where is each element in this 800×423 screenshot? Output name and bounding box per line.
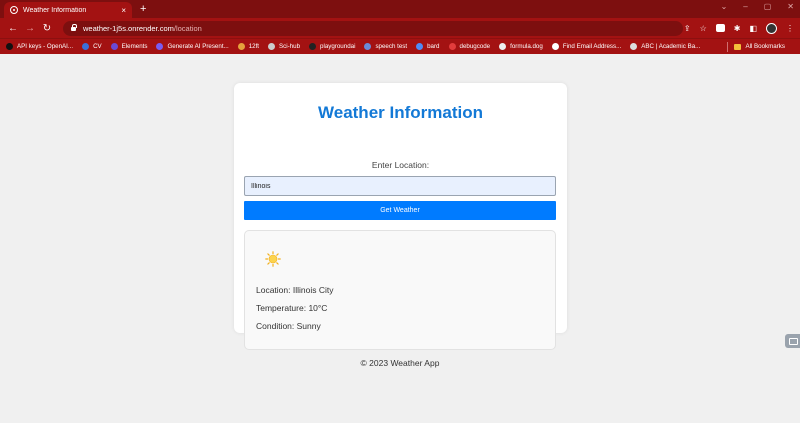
- bookmark-label: API keys - OpenAI...: [17, 43, 74, 50]
- globe-icon: [10, 6, 18, 14]
- chat-widget-icon[interactable]: [785, 334, 800, 348]
- tab-strip: Weather Information × + ⌄ – ▢ ✕: [0, 0, 800, 18]
- bookmark-favicon-icon: [499, 43, 507, 50]
- tab-title: Weather Information: [23, 6, 87, 14]
- bookmarks-bar: API keys - OpenAI... CV Elements Generate A…: [0, 38, 800, 54]
- reload-icon[interactable]: ↻: [40, 23, 54, 34]
- window-controls: ⌄ – ▢ ✕: [721, 2, 794, 11]
- close-tab-icon[interactable]: ×: [121, 6, 126, 15]
- weather-result: Location: Illinois City Temperature: 10°…: [244, 230, 556, 350]
- bookmark-item[interactable]: playgroundai: [309, 43, 355, 50]
- result-location: Location: Illinois City: [256, 285, 334, 295]
- bookmark-favicon-icon: [309, 43, 317, 50]
- toolbar-icons: ⇪ ☆ ✱ ◧ ⋮: [684, 22, 794, 34]
- bookmark-item[interactable]: ABC | Academic Ba...: [630, 43, 700, 50]
- bookmark-favicon-icon: [82, 43, 90, 50]
- forward-arrow-icon[interactable]: →: [23, 23, 37, 34]
- get-weather-button[interactable]: Get Weather: [244, 201, 556, 220]
- address-toolbar: ← → ↻ weather-1j5s.onrender.com/location…: [0, 18, 800, 38]
- bookmark-item[interactable]: 12ft: [237, 43, 260, 50]
- bookmark-item[interactable]: formula.dog: [499, 43, 543, 50]
- bookmark-label: debugcode: [459, 43, 491, 50]
- url-path: /location: [173, 23, 202, 33]
- bookmark-label: Elements: [121, 43, 148, 50]
- bookmark-item[interactable]: Find Email Address...: [551, 43, 622, 50]
- bookmark-favicon-icon: [237, 43, 245, 50]
- side-panel-icon[interactable]: ◧: [749, 24, 757, 33]
- maximize-icon[interactable]: ▢: [764, 2, 772, 11]
- bookmark-item[interactable]: Elements: [110, 43, 148, 50]
- back-arrow-icon[interactable]: ←: [6, 23, 20, 34]
- bookmark-favicon-icon: [268, 43, 276, 50]
- close-window-icon[interactable]: ✕: [787, 2, 794, 11]
- page-content: Weather Information Enter Location: Get …: [0, 56, 800, 423]
- all-bookmarks-label: All Bookmarks: [745, 43, 785, 50]
- avatar[interactable]: [766, 22, 777, 34]
- bookmark-item[interactable]: Sci-hub: [268, 43, 300, 50]
- location-label: Enter Location:: [371, 160, 430, 170]
- folder-icon: [734, 43, 742, 50]
- bookmark-favicon-icon: [110, 43, 118, 50]
- result-temperature: Temperature: 10°C: [256, 303, 328, 313]
- bookmark-item[interactable]: speech test: [364, 43, 407, 50]
- all-bookmarks-folder[interactable]: All Bookmarks: [734, 43, 785, 50]
- bookmark-favicon-icon: [630, 43, 638, 50]
- bookmark-label: Find Email Address...: [562, 43, 622, 50]
- page-title: Weather Information: [318, 103, 483, 122]
- bookmark-label: ABC | Academic Ba...: [641, 43, 701, 50]
- minimize-icon[interactable]: –: [743, 2, 747, 11]
- address-bar[interactable]: weather-1j5s.onrender.com/location: [63, 20, 683, 36]
- menu-dots-icon[interactable]: ⋮: [786, 24, 794, 33]
- extension-icon[interactable]: [715, 24, 725, 32]
- sun-icon: [265, 251, 281, 267]
- bookmark-label: 12ft: [248, 43, 260, 50]
- bookmark-favicon-icon: [364, 43, 372, 50]
- chevron-down-icon[interactable]: ⌄: [721, 2, 728, 11]
- bookmark-label: CV: [93, 43, 102, 50]
- result-condition: Condition: Sunny: [256, 321, 321, 331]
- bookmark-favicon-icon: [6, 43, 13, 50]
- location-input[interactable]: [244, 176, 556, 196]
- bookmarks-divider: [727, 41, 729, 52]
- bookmark-item[interactable]: CV: [82, 43, 102, 50]
- browser-tab[interactable]: Weather Information ×: [4, 2, 132, 18]
- bookmark-item[interactable]: debugcode: [448, 43, 491, 50]
- new-tab-button[interactable]: +: [140, 2, 146, 18]
- footer: © 2023 Weather App: [360, 358, 440, 368]
- bookmark-item[interactable]: Generate AI Present...: [156, 43, 229, 50]
- bookmark-label: bard: [427, 43, 440, 50]
- url-host: weather-1j5s.onrender.com: [83, 23, 174, 33]
- bookmark-label: Sci-hub: [279, 43, 301, 50]
- bookmark-label: formula.dog: [510, 43, 543, 50]
- bookmark-favicon-icon: [156, 43, 164, 50]
- bookmark-item[interactable]: API keys - OpenAI...: [6, 43, 73, 50]
- lock-icon[interactable]: [71, 24, 77, 31]
- bookmark-item[interactable]: bard: [416, 43, 440, 50]
- weather-card: Weather Information Enter Location: Get …: [234, 83, 567, 350]
- bookmark-favicon-icon: [416, 43, 424, 50]
- bookmark-favicon-icon: [551, 43, 559, 50]
- bookmark-label: speech test: [375, 43, 408, 50]
- bookmark-favicon-icon: [448, 43, 456, 50]
- share-icon[interactable]: ⇪: [684, 24, 691, 33]
- bookmark-label: playgroundai: [320, 43, 356, 50]
- star-icon[interactable]: ☆: [700, 24, 707, 33]
- bookmark-label: Generate AI Present...: [167, 43, 229, 50]
- puzzle-icon[interactable]: ✱: [734, 24, 741, 33]
